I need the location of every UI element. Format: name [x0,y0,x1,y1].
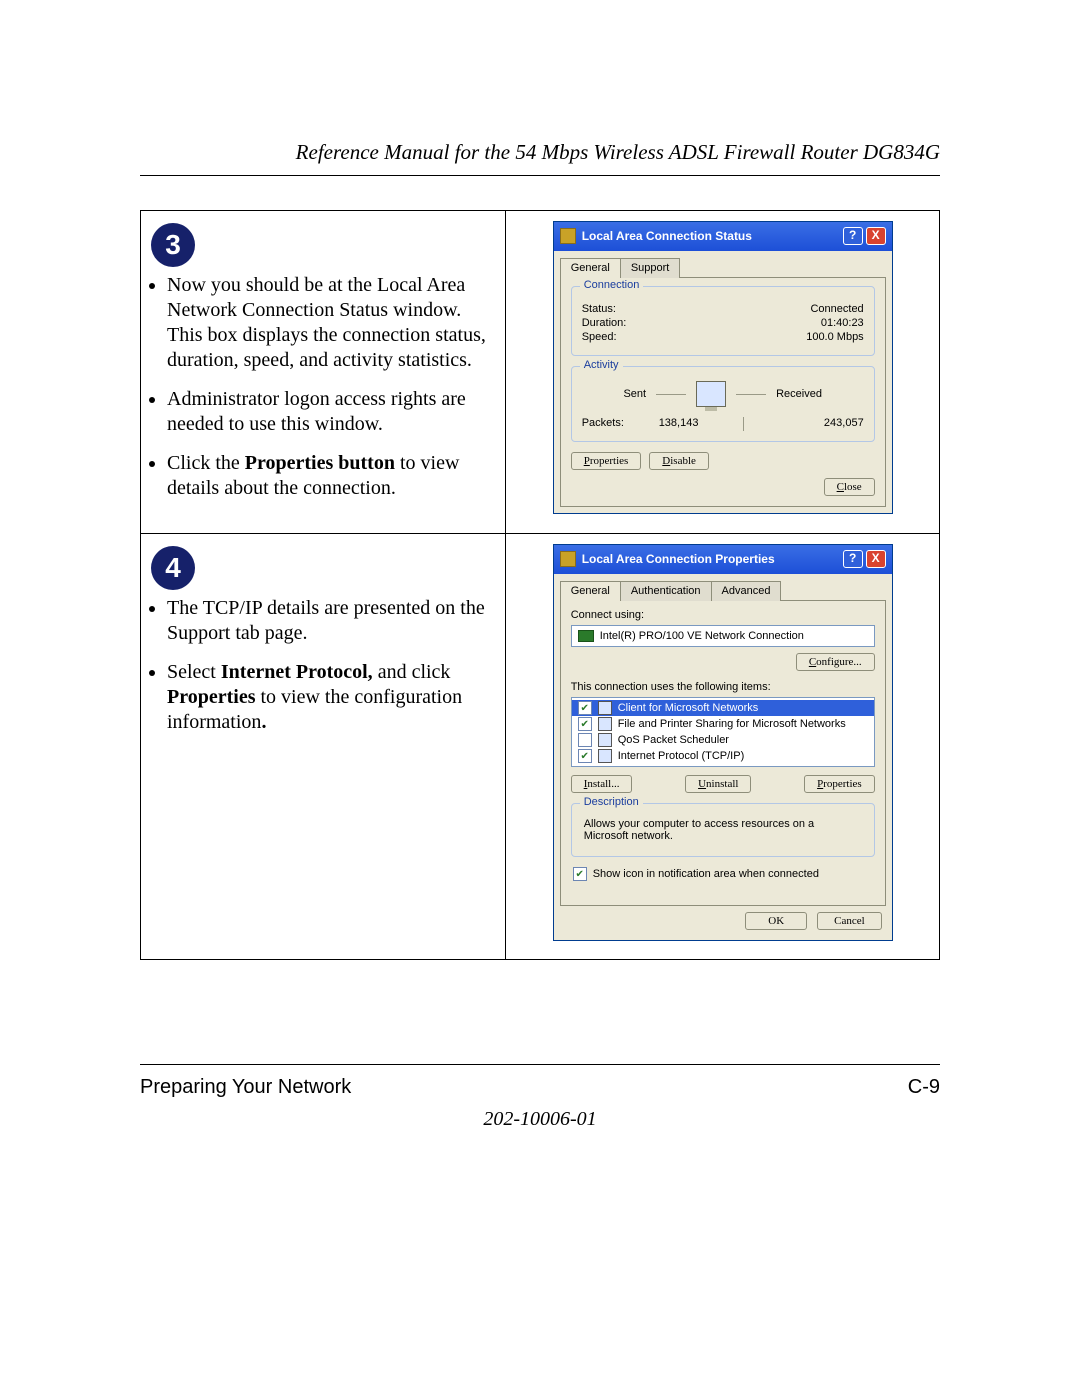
status-dialog: Local Area Connection Status ? X General… [553,221,893,514]
duration-value: 01:40:23 [821,317,864,329]
adapter-field[interactable]: Intel(R) PRO/100 VE Network Connection [571,625,875,647]
list-item[interactable]: ✔ Internet Protocol (TCP/IP) [572,748,874,764]
uninstall-button[interactable]: Uninstall [685,775,751,793]
step3-text-2: Administrator logon access rights are ne… [167,387,497,437]
list-item[interactable]: QoS Packet Scheduler [572,732,874,748]
step4-text-1: The TCP/IP details are presented on the … [167,596,497,646]
item-properties-button[interactable]: Properties [804,775,875,793]
adapter-name: Intel(R) PRO/100 VE Network Connection [600,630,804,642]
status-title: Local Area Connection Status [582,229,752,243]
tab-advanced[interactable]: Advanced [711,581,782,601]
properties-titlebar[interactable]: Local Area Connection Properties ? X [554,545,892,574]
activity-group: Activity Sent Received Packets: 138,143 [571,366,875,442]
step-badge-4: 4 [151,546,195,590]
doc-title: Reference Manual for the 54 Mbps Wireles… [140,140,940,165]
service-icon [598,733,612,747]
cancel-button[interactable]: Cancel [817,912,882,930]
tab-general[interactable]: General [560,258,621,278]
page-number: C-9 [908,1076,940,1099]
duration-label: Duration: [582,317,627,329]
close-button[interactable]: X [866,550,886,568]
activity-group-title: Activity [580,359,623,371]
service-icon [598,717,612,731]
protocol-icon [598,749,612,763]
show-icon-checkbox[interactable]: ✔ [573,867,587,881]
packets-sent: 138,143 [624,417,733,431]
sent-label: Sent [623,388,646,400]
connection-group-title: Connection [580,279,644,291]
network-icon [560,551,576,567]
show-icon-label: Show icon in notification area when conn… [593,868,819,880]
steps-table: 3 Now you should be at the Local Area Ne… [140,210,940,960]
activity-icon [696,381,726,407]
client-icon [598,701,612,715]
doc-number: 202-10006-01 [0,1108,1080,1131]
close-button[interactable]: X [866,227,886,245]
ok-button[interactable]: OK [745,912,807,930]
checkbox-icon[interactable] [578,733,592,747]
header-rule [140,175,940,176]
divider [743,417,744,431]
checkbox-icon[interactable]: ✔ [578,749,592,763]
network-icon [560,228,576,244]
items-label: This connection uses the following items… [571,681,875,693]
divider [656,394,686,395]
configure-button[interactable]: Configure... [796,653,875,671]
speed-label: Speed: [582,331,617,343]
properties-dialog: Local Area Connection Properties ? X Gen… [553,544,893,941]
checkbox-icon[interactable]: ✔ [578,701,592,715]
help-button[interactable]: ? [843,550,863,568]
connect-using-label: Connect using: [571,609,875,621]
footer-section: Preparing Your Network [140,1076,351,1099]
status-label: Status: [582,303,616,315]
packets-label: Packets: [582,417,624,431]
speed-value: 100.0 Mbps [806,331,863,343]
description-title: Description [580,796,643,808]
status-titlebar[interactable]: Local Area Connection Status ? X [554,222,892,251]
step-badge-3: 3 [151,223,195,267]
description-text: Allows your computer to access resources… [584,818,862,842]
footer-rule [140,1064,940,1065]
tab-general[interactable]: General [560,581,621,601]
components-list[interactable]: ✔ Client for Microsoft Networks ✔ File a… [571,697,875,767]
adapter-icon [578,630,594,642]
packets-received: 243,057 [754,417,863,431]
close-dialog-button[interactable]: Close [824,478,875,496]
tab-authentication[interactable]: Authentication [620,581,712,601]
list-item[interactable]: ✔ File and Printer Sharing for Microsoft… [572,716,874,732]
disable-button[interactable]: Disable [649,452,709,470]
received-label: Received [776,388,822,400]
description-group: Description Allows your computer to acce… [571,803,875,857]
properties-title: Local Area Connection Properties [582,552,775,566]
help-button[interactable]: ? [843,227,863,245]
step4-text-2: Select Internet Protocol, and click Prop… [167,660,497,735]
tab-support[interactable]: Support [620,258,681,278]
checkbox-icon[interactable]: ✔ [578,717,592,731]
step3-text-1: Now you should be at the Local Area Netw… [167,273,497,373]
status-value: Connected [810,303,863,315]
list-item[interactable]: ✔ Client for Microsoft Networks [572,700,874,716]
properties-button[interactable]: Properties [571,452,642,470]
install-button[interactable]: Install... [571,775,633,793]
connection-group: Connection Status:Connected Duration:01:… [571,286,875,356]
divider [736,394,766,395]
step3-text-3: Click the Properties button to view deta… [167,451,497,501]
